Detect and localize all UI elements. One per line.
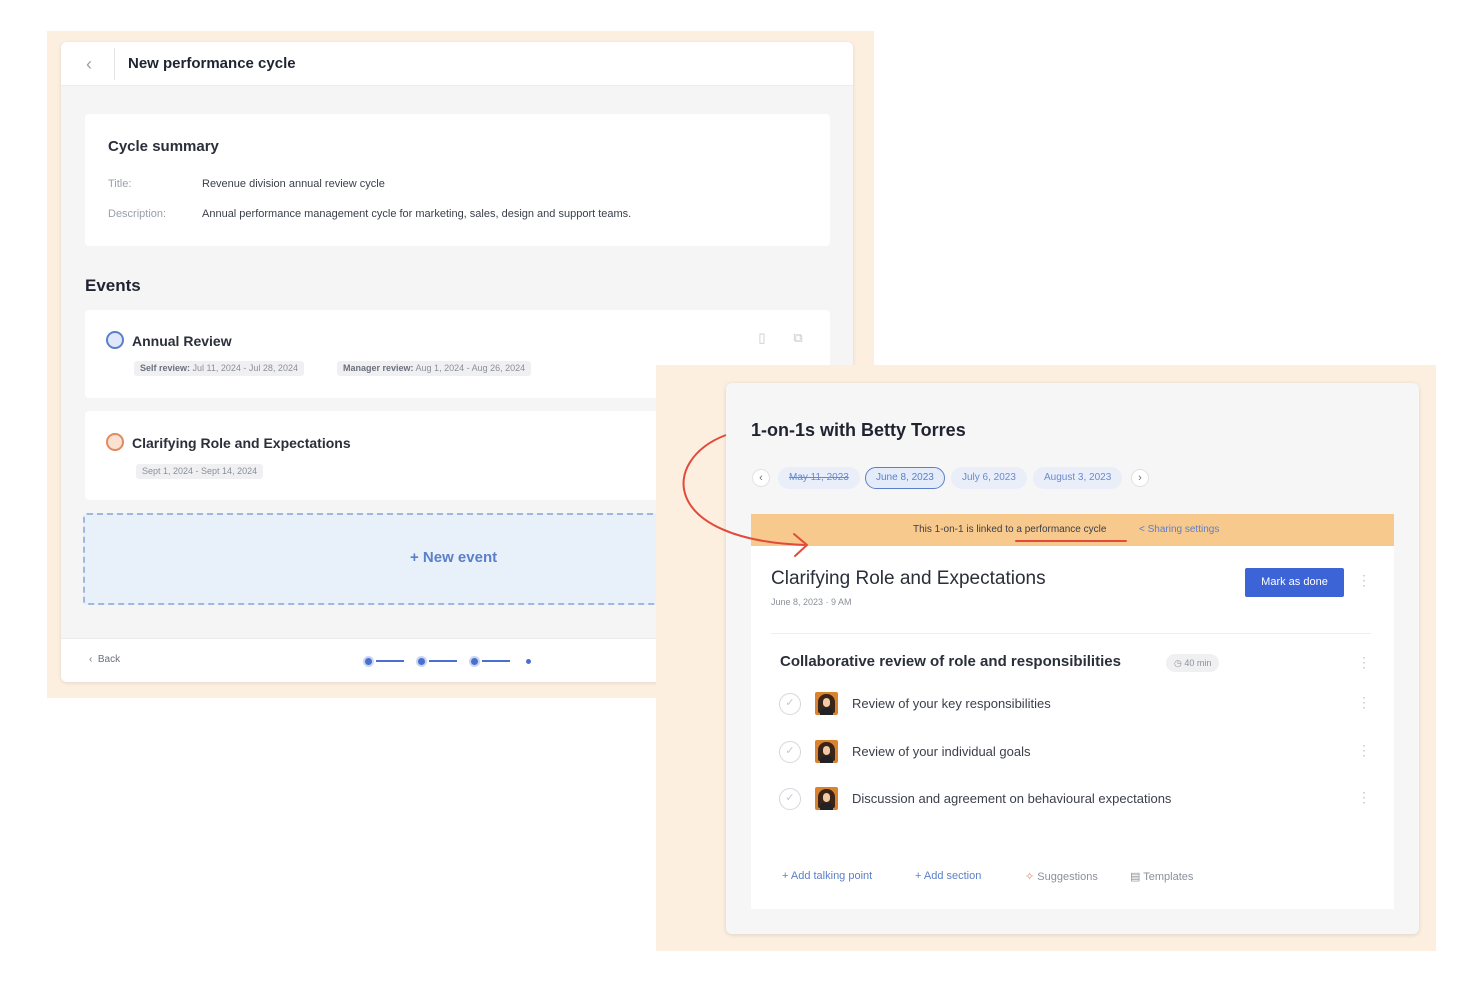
cycle-summary-card: Cycle summary Title: Revenue division an… [85, 114, 830, 246]
arrow-curve [682, 434, 806, 546]
link-arrow-icon [682, 434, 808, 557]
avatar [815, 692, 838, 715]
talking-point-row: ✓ Review of your individual goals ⋮ [779, 739, 1379, 765]
talking-point-row: ✓ Discussion and agreement on behavioura… [779, 786, 1379, 812]
date-pill-2[interactable]: July 6, 2023 [951, 467, 1027, 489]
delete-icon[interactable]: ▯ [755, 331, 769, 345]
talking-point-text[interactable]: Review of your individual goals [852, 744, 1030, 759]
progress-stepper [363, 654, 543, 668]
step-line [482, 660, 510, 662]
talking-point-text[interactable]: Review of your key responsibilities [852, 696, 1051, 711]
step-dot-2 [416, 656, 427, 667]
date-pill-3[interactable]: August 3, 2023 [1033, 467, 1123, 489]
banner-highlight-underline [1015, 540, 1127, 542]
event-title: Clarifying Role and Expectations [132, 435, 351, 451]
avatar [815, 740, 838, 763]
step-line [376, 660, 404, 662]
divider [771, 633, 1371, 634]
manager-review-pill: Manager review: Aug 1, 2024 - Aug 26, 20… [337, 361, 532, 376]
suggestions-button[interactable]: ✧ Suggestions [1025, 870, 1098, 883]
check-circle-icon[interactable]: ✓ [779, 693, 801, 715]
meeting-title: Clarifying Role and Expectations [771, 568, 1046, 589]
meeting-datetime: June 8, 2023 · 9 AM [771, 597, 852, 607]
avatar [815, 787, 838, 810]
back-chevron-icon[interactable]: ‹ [79, 54, 99, 74]
description-value: Annual performance management cycle for … [202, 208, 632, 220]
template-icon: ▤ [1130, 871, 1141, 883]
events-heading: Events [85, 276, 141, 295]
check-circle-icon[interactable]: ✓ [779, 788, 801, 810]
talking-point-text[interactable]: Discussion and agreement on behavioural … [852, 791, 1171, 806]
talking-point-more-icon[interactable]: ⋮ [1357, 742, 1371, 759]
new-event-label: + New event [410, 549, 498, 566]
add-section-button[interactable]: + Add section [915, 870, 981, 882]
new-event-button[interactable]: + New event [83, 513, 683, 605]
talking-point-more-icon[interactable]: ⋮ [1357, 694, 1371, 711]
header-divider [114, 48, 115, 80]
self-review-pill: Self review: Jul 11, 2024 - Jul 28, 2024 [134, 361, 304, 376]
step-line [429, 660, 457, 662]
title-value: Revenue division annual review cycle [202, 178, 385, 190]
templates-button[interactable]: ▤ Templates [1130, 870, 1193, 883]
page-title: New performance cycle [128, 55, 296, 72]
section-title: Collaborative review of role and respons… [780, 653, 1121, 670]
add-talking-point-button[interactable]: + Add talking point [782, 870, 872, 882]
date-pill-1[interactable]: June 8, 2023 [865, 467, 945, 489]
sharing-settings-link[interactable]: < Sharing settings [1139, 524, 1219, 535]
window-header: ‹ New performance cycle [61, 42, 853, 86]
duration-badge: ◷ 40 min [1166, 654, 1220, 672]
meeting-card: Clarifying Role and Expectations June 8,… [751, 546, 1394, 909]
talking-point-row: ✓ Review of your key responsibilities ⋮ [779, 691, 1379, 717]
duplicate-icon[interactable]: ⧉ [791, 331, 805, 345]
step-dot-1 [363, 656, 374, 667]
cycle-summary-heading: Cycle summary [108, 138, 219, 155]
step-dot-3 [469, 656, 480, 667]
one-on-one-icon [106, 433, 124, 451]
title-label: Title: [108, 178, 132, 190]
check-circle-icon[interactable]: ✓ [779, 741, 801, 763]
event-date-pill: Sept 1, 2024 - Sept 14, 2024 [136, 464, 264, 479]
event-title: Annual Review [132, 333, 232, 349]
more-options-icon[interactable]: ⋮ [1357, 572, 1371, 589]
section-more-icon[interactable]: ⋮ [1357, 654, 1371, 671]
step-dot-current [526, 659, 531, 664]
description-label: Description: [108, 208, 167, 220]
bulb-icon: ✧ [1025, 871, 1035, 883]
calendar-icon [106, 331, 124, 349]
next-date-chevron-icon[interactable]: › [1131, 469, 1149, 487]
talking-point-more-icon[interactable]: ⋮ [1357, 789, 1371, 806]
mark-as-done-button[interactable]: Mark as done [1245, 568, 1344, 597]
performance-cycle-banner: This 1-on-1 is linked to a performance c… [751, 514, 1394, 546]
back-button[interactable]: ‹ Back [89, 654, 120, 665]
banner-text: This 1-on-1 is linked to a performance c… [913, 524, 1107, 535]
